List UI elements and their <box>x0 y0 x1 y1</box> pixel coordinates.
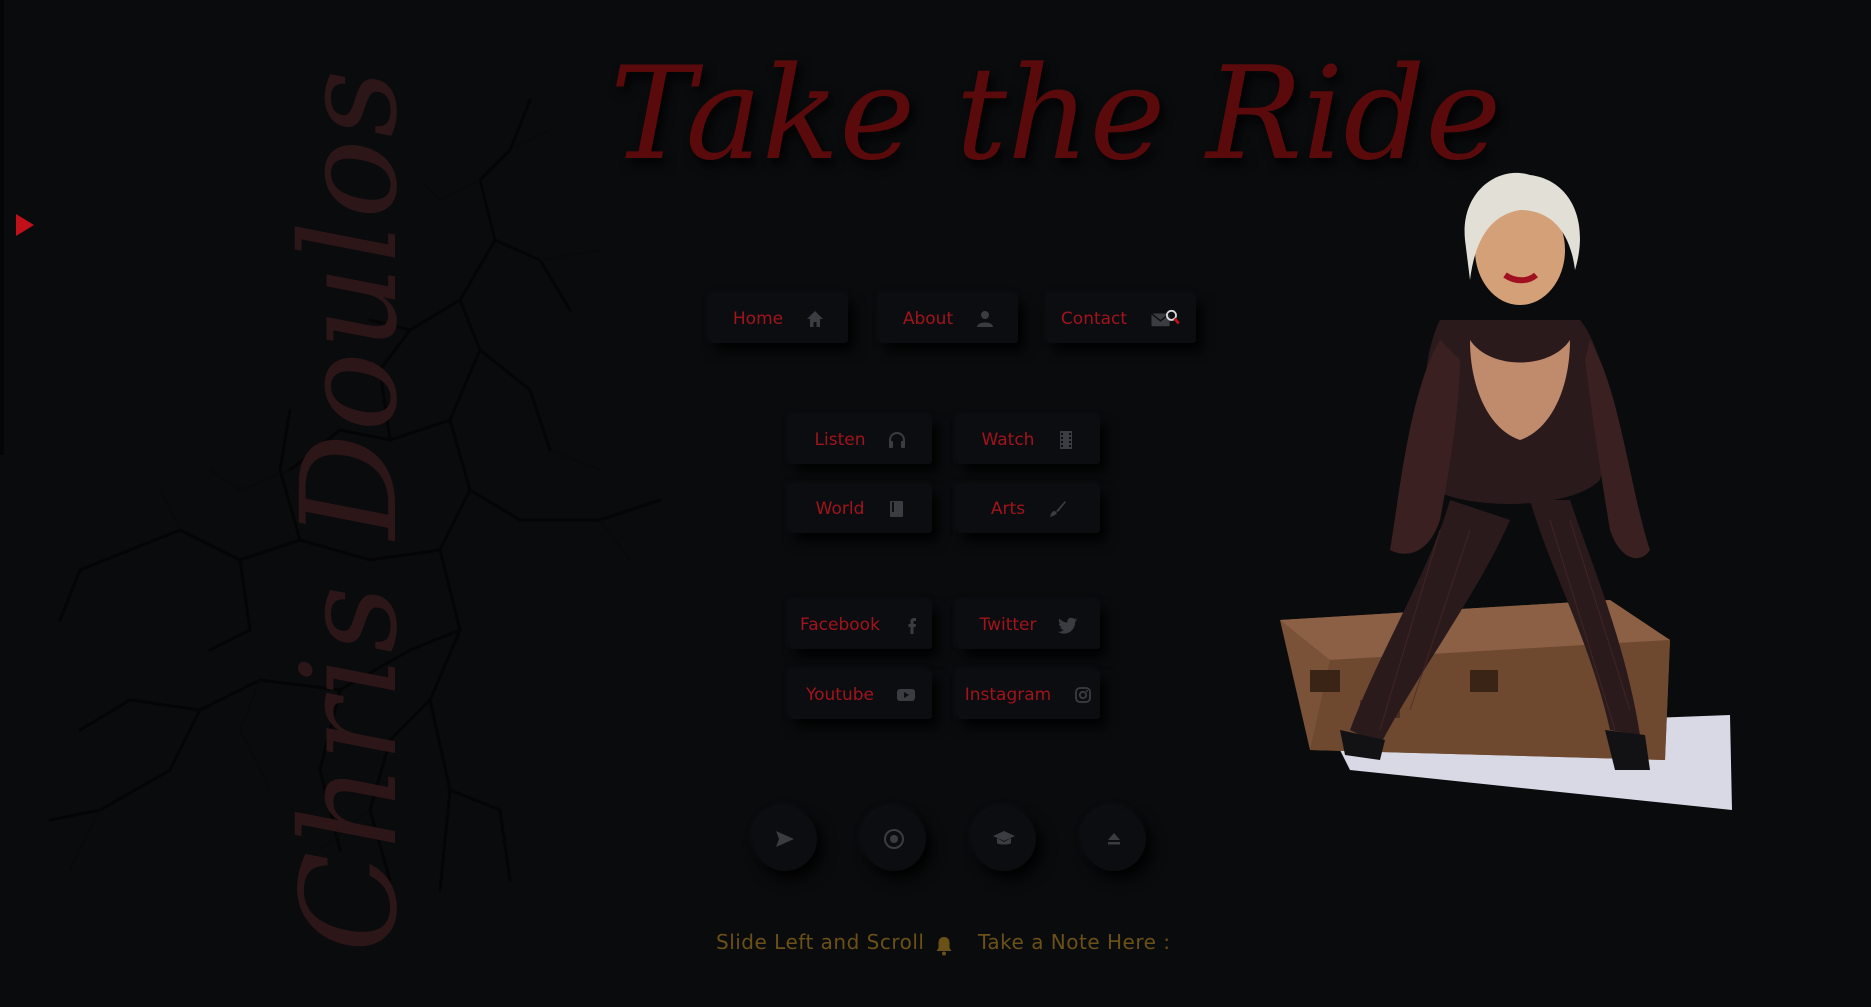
page-title: Take the Ride <box>610 40 1502 189</box>
education-button[interactable] <box>972 807 1036 871</box>
home-icon <box>807 311 824 327</box>
watch-button[interactable]: Watch <box>958 416 1100 464</box>
facebook-icon <box>908 618 916 634</box>
world-button[interactable]: World <box>790 485 932 533</box>
nav-contact-label: Contact <box>1060 309 1128 329</box>
nav-home-button[interactable]: Home <box>710 295 848 343</box>
eject-icon <box>1108 833 1120 845</box>
nav-home-label: Home <box>732 309 784 329</box>
youtube-icon <box>897 689 915 701</box>
instagram-button[interactable]: Instagram <box>958 671 1100 719</box>
side-panel-edge <box>0 0 4 455</box>
youtube-label: Youtube <box>806 685 874 705</box>
listen-label: Listen <box>814 430 866 450</box>
watch-label: Watch <box>981 430 1035 450</box>
record-button[interactable] <box>862 807 926 871</box>
twitter-icon <box>1058 617 1078 634</box>
nav-about-button[interactable]: About <box>880 295 1018 343</box>
send-button[interactable] <box>753 807 817 871</box>
arts-label: Arts <box>990 499 1026 519</box>
youtube-button[interactable]: Youtube <box>790 671 932 719</box>
instagram-label: Instagram <box>964 685 1052 705</box>
graduation-cap-icon <box>993 831 1015 845</box>
book-icon <box>890 501 904 517</box>
take-note-link[interactable]: Take a Note Here : <box>978 930 1171 954</box>
send-icon <box>776 831 794 847</box>
record-icon <box>884 829 904 849</box>
sidebar-toggle-arrow-icon[interactable] <box>16 214 34 236</box>
bell-icon[interactable] <box>934 935 954 957</box>
nav-about-label: About <box>902 309 954 329</box>
instagram-icon <box>1075 687 1092 703</box>
arts-button[interactable]: Arts <box>958 485 1100 533</box>
twitter-label: Twitter <box>979 615 1037 635</box>
page: Chris Doulos Take the Ride Home About Co… <box>0 0 1871 1007</box>
film-icon <box>1060 431 1073 449</box>
listen-button[interactable]: Listen <box>790 416 932 464</box>
world-label: World <box>815 499 865 519</box>
facebook-label: Facebook <box>800 615 880 635</box>
slide-hint-text: Slide Left and Scroll <box>716 930 925 954</box>
vertical-artist-name: Chris Doulos <box>273 67 427 953</box>
twitter-button[interactable]: Twitter <box>958 601 1100 649</box>
pinup-illustration <box>1280 172 1732 810</box>
paintbrush-icon <box>1050 501 1067 517</box>
facebook-button[interactable]: Facebook <box>790 601 932 649</box>
headphones-icon <box>889 432 906 448</box>
nav-contact-button[interactable]: Contact <box>1048 295 1196 343</box>
user-icon <box>977 311 994 327</box>
envelope-search-icon <box>1151 309 1180 327</box>
eject-button[interactable] <box>1082 807 1146 871</box>
